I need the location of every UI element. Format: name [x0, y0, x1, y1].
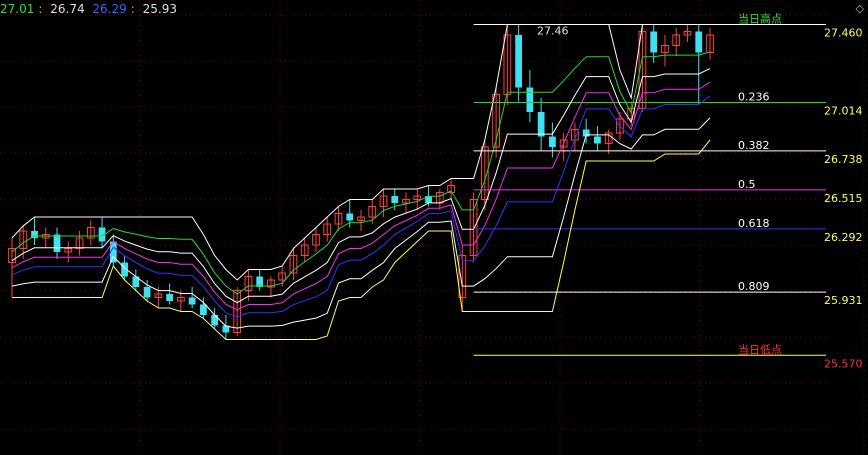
fib-ratio-label: 0.236	[738, 91, 770, 104]
candle-body	[188, 297, 196, 305]
candle-body	[650, 31, 658, 53]
fib-ratio-label: 0.809	[738, 280, 770, 293]
candle-body	[594, 136, 601, 144]
fib-trail-line	[12, 139, 711, 340]
candle-body	[53, 234, 61, 252]
candle-body	[200, 304, 207, 315]
fib-trail-line	[11, 95, 711, 318]
candle-body	[211, 315, 219, 326]
fib-value-label: 27.460	[824, 27, 863, 40]
fib-ratio-label: 0.5	[738, 178, 756, 191]
candle-body	[166, 294, 173, 301]
fib-trail-line	[11, 68, 711, 304]
fib-value-label: 27.014	[824, 105, 863, 118]
candle-body	[549, 136, 556, 147]
fib-value-label: 26.515	[824, 192, 863, 205]
candle-body	[346, 213, 354, 221]
candlestick-chart: 当日高点 27.460 0.236 27.014 0.382 26.738 0.5 26.51…	[0, 0, 865, 455]
fib-ratio-label: 0.382	[738, 139, 770, 152]
fib-ratio-label: 当日高点	[738, 12, 782, 26]
candle-body	[256, 276, 264, 287]
fib-ratio-label: 当日低点	[738, 342, 782, 356]
candle-body	[695, 31, 703, 53]
fib-value-label: 26.292	[824, 231, 863, 244]
fib-value-label: 26.738	[824, 153, 863, 166]
candle-body	[537, 112, 545, 137]
fib-trail-line	[11, 81, 711, 311]
fib-ratio-label: 0.618	[738, 217, 770, 230]
fib-value-label: 25.931	[824, 294, 863, 307]
high-marker-label: 27.46	[537, 25, 569, 38]
candle-body	[143, 287, 151, 298]
candle-body	[526, 87, 534, 112]
candle-body	[391, 196, 399, 203]
fib-value-label: 25.570	[824, 357, 863, 370]
candle-body	[515, 35, 522, 88]
